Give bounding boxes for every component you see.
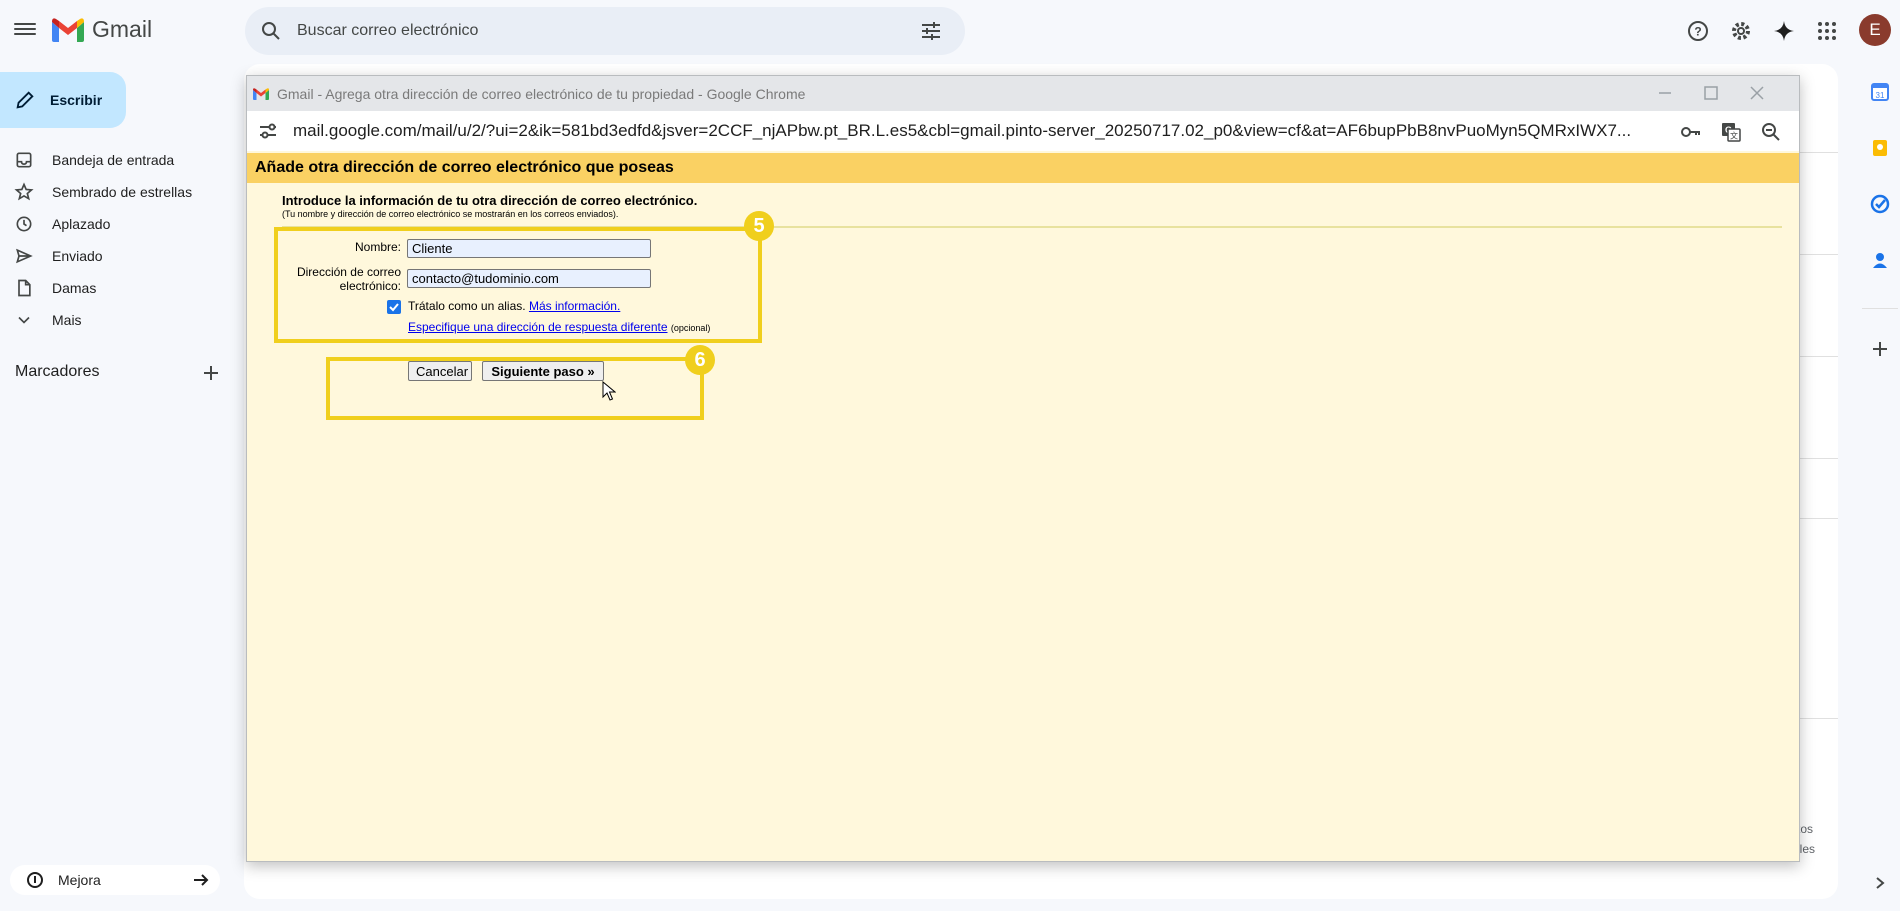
upgrade-label: Mejora	[58, 872, 101, 888]
step-5-badge: 5	[744, 211, 774, 241]
search-icon[interactable]	[259, 19, 283, 43]
search-bar[interactable]	[245, 7, 965, 55]
translate-icon[interactable]: G文	[1719, 120, 1743, 144]
password-key-icon[interactable]	[1679, 120, 1703, 144]
url-text[interactable]: mail.google.com/mail/u/2/?ui=2&ik=581bd3…	[293, 121, 1683, 141]
close-window-icon[interactable]	[1745, 81, 1769, 105]
popup-window: Gmail - Agrega otra dirección de correo …	[246, 75, 1800, 862]
nav-drafts-label: Damas	[52, 280, 97, 296]
dialog-header: Añade otra dirección de correo electróni…	[247, 153, 1799, 183]
pencil-icon	[16, 91, 34, 109]
add-addon-icon[interactable]	[1870, 339, 1890, 359]
zoom-icon[interactable]	[1759, 120, 1783, 144]
nav-inbox-label: Bandeja de entrada	[52, 152, 175, 168]
nav-sent-label: Enviado	[52, 248, 103, 264]
labels-heading: Marcadores	[15, 363, 100, 380]
add-label-icon[interactable]	[202, 364, 220, 382]
svg-text:31: 31	[1876, 91, 1885, 100]
step-6-badge: 6	[685, 345, 715, 375]
chevron-down-icon	[18, 316, 30, 324]
gmail-wordmark: Gmail	[92, 16, 153, 42]
nav-snoozed[interactable]: Aplazado	[0, 208, 240, 240]
search-input[interactable]	[295, 21, 919, 41]
nav-starred-label: Sembrado de estrellas	[52, 184, 193, 200]
gmail-logo[interactable]: Gmail	[52, 16, 152, 43]
contacts-icon[interactable]	[1870, 250, 1890, 270]
svg-text:文: 文	[1730, 131, 1738, 141]
keep-icon[interactable]	[1870, 138, 1890, 158]
calendar-icon[interactable]: 31	[1870, 82, 1890, 102]
nav-inbox[interactable]: Bandeja de entrada	[0, 144, 240, 176]
intro-text: Introduce la información de tu otra dire…	[282, 193, 698, 208]
side-panel-divider	[1862, 308, 1898, 309]
step-6-highlight	[326, 357, 704, 420]
site-settings-icon[interactable]	[257, 120, 279, 142]
inbox-icon	[16, 152, 32, 168]
svg-text:?: ?	[1694, 25, 1701, 39]
account-avatar[interactable]: E	[1859, 14, 1891, 46]
gmail-m-icon	[52, 17, 84, 42]
row-divider	[1800, 518, 1838, 519]
row-divider	[1800, 152, 1838, 153]
row-divider	[1800, 458, 1838, 459]
mouse-cursor-icon	[602, 381, 616, 401]
upgrade-button[interactable]: Mejora	[10, 865, 220, 895]
gemini-sparkle-icon[interactable]	[1772, 19, 1796, 43]
gmail-favicon	[253, 87, 269, 100]
send-icon	[16, 248, 33, 264]
window-titlebar[interactable]: Gmail - Agrega otra dirección de correo …	[247, 76, 1799, 111]
help-icon[interactable]: ?	[1686, 19, 1710, 43]
minimize-icon[interactable]	[1653, 81, 1677, 105]
nav-drafts[interactable]: Damas	[0, 272, 240, 304]
compose-label: Escribir	[50, 92, 103, 108]
compose-button[interactable]: Escribir	[0, 72, 126, 128]
apps-grid-icon[interactable]	[1815, 19, 1839, 43]
upgrade-icon	[27, 872, 43, 888]
clock-icon	[16, 216, 32, 232]
intro-subtext: (Tu nombre y dirección de correo electró…	[282, 209, 619, 219]
row-divider	[1800, 356, 1838, 357]
row-divider	[1800, 718, 1838, 719]
row-divider	[1800, 254, 1838, 255]
maximize-icon[interactable]	[1699, 81, 1723, 105]
nav-more-label: Mais	[52, 312, 82, 328]
chevron-right-icon[interactable]	[1873, 876, 1887, 890]
nav-sent[interactable]: Enviado	[0, 240, 240, 272]
nav-starred[interactable]: Sembrado de estrellas	[0, 176, 240, 208]
tasks-icon[interactable]	[1870, 194, 1890, 214]
arrow-right-icon	[194, 874, 209, 886]
draft-icon	[18, 279, 31, 297]
settings-gear-icon[interactable]	[1729, 19, 1753, 43]
step-5-highlight	[274, 227, 762, 343]
nav-snoozed-label: Aplazado	[52, 216, 111, 232]
star-icon	[14, 182, 34, 201]
nav-more[interactable]: Mais	[0, 304, 240, 336]
window-title: Gmail - Agrega otra dirección de correo …	[277, 85, 806, 102]
address-bar[interactable]: mail.google.com/mail/u/2/?ui=2&ik=581bd3…	[247, 111, 1799, 151]
main-menu-button[interactable]	[14, 20, 36, 40]
search-options-icon[interactable]	[919, 19, 943, 43]
